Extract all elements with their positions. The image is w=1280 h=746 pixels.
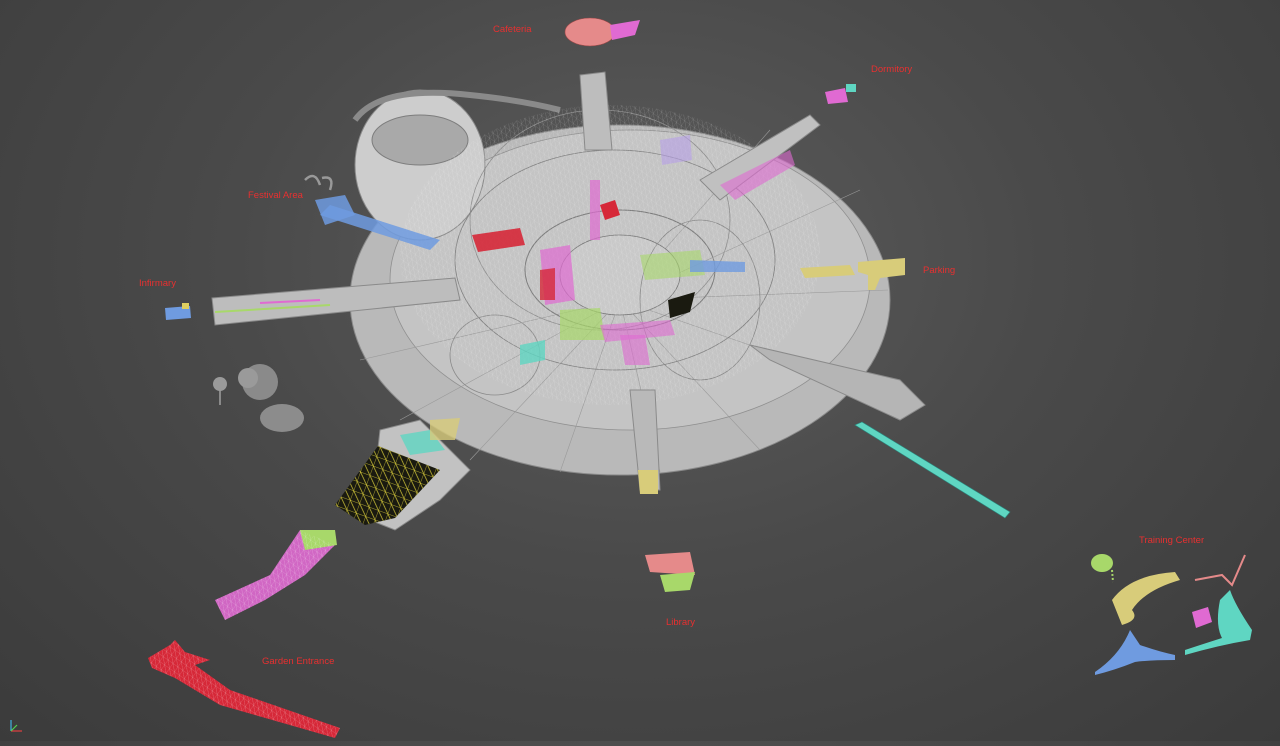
label-cafeteria: Cafeteria [493,24,532,35]
label-library: Library [666,617,696,628]
label-garden-entrance: Garden Entrance [262,656,335,667]
label-training-center: Training Center [1139,535,1205,546]
ramp-southeast[interactable] [854,421,1011,519]
library-model[interactable] [645,552,695,592]
label-infirmary: Infirmary [139,278,176,289]
garden-entrance-model[interactable] [148,640,340,738]
label-festival-area: Festival Area [248,190,303,201]
axis-gizmo-icon [6,716,26,736]
label-parking: Parking [923,265,956,276]
training-center-model[interactable] [1091,554,1252,675]
corridor-north[interactable] [579,71,613,151]
infirmary-model[interactable] [165,303,191,320]
dormitory-model[interactable] [825,84,856,104]
entrance-plaza[interactable] [335,418,471,531]
3d-viewport[interactable]: Cafeteria Dormitory Festival Area Infirm… [0,0,1280,741]
cafeteria-model[interactable] [564,17,640,47]
trees-model[interactable] [213,364,304,432]
walkway-southwest[interactable] [215,530,337,620]
label-dormitory: Dormitory [871,64,913,75]
